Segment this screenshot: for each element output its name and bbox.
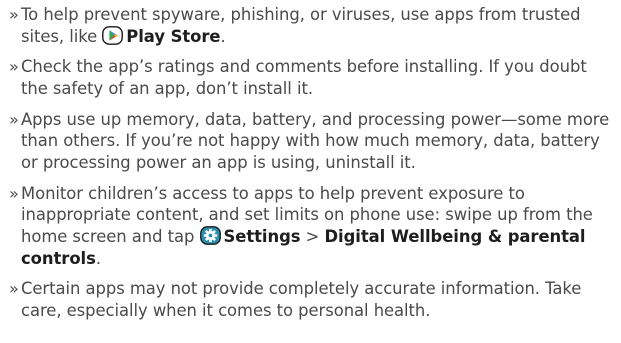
list-item: » Monitor children’s access to apps to h…	[9, 183, 613, 269]
bullet-marker: »	[9, 109, 19, 129]
list-item: » Certain apps may not provide completel…	[9, 278, 613, 321]
item-text-end: .	[220, 26, 226, 46]
settings-gear-icon	[199, 226, 222, 246]
item-text: Certain apps may not provide completely …	[21, 279, 582, 320]
list-item: » Check the app’s ratings and comments b…	[9, 56, 613, 99]
item-text-end: .	[95, 248, 101, 268]
item-text: Check the app’s ratings and comments bef…	[21, 57, 587, 98]
play-store-label: Play Store	[126, 26, 221, 46]
tips-list: » To help prevent spyware, phishing, or …	[0, 0, 621, 321]
bullet-marker: »	[9, 279, 19, 299]
bullet-marker: »	[9, 57, 19, 77]
bullet-marker: »	[9, 183, 19, 203]
list-item: » Apps use up memory, data, battery, and…	[9, 109, 613, 174]
play-store-icon	[102, 25, 124, 46]
item-text: Apps use up memory, data, battery, and p…	[21, 109, 610, 172]
list-item: » To help prevent spyware, phishing, or …	[9, 4, 613, 47]
bullet-marker: »	[9, 5, 19, 24]
path-separator: >	[300, 226, 325, 246]
settings-label: Settings	[223, 226, 301, 246]
